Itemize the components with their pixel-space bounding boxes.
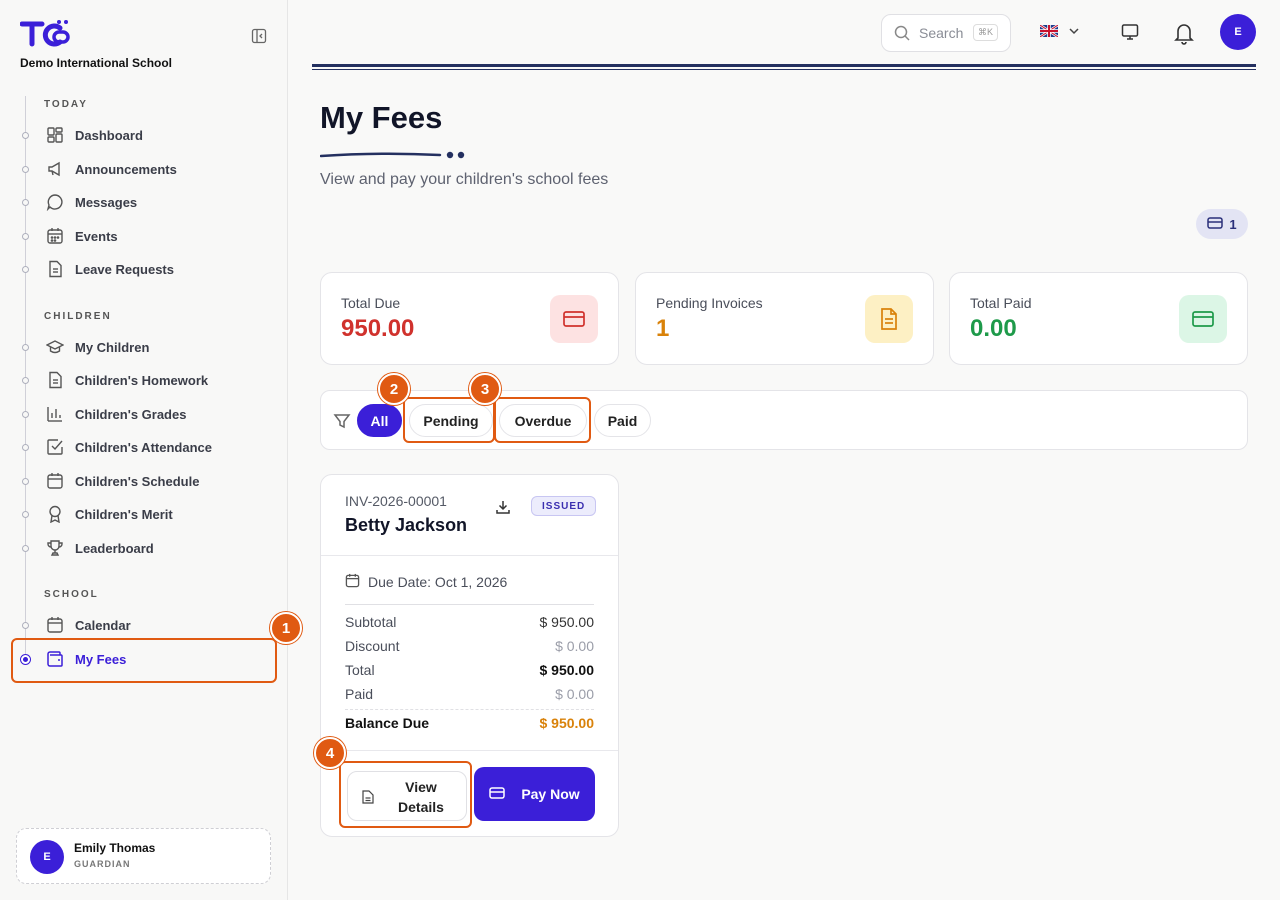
page-title: My Fees (320, 100, 443, 135)
ribbon-icon (46, 505, 64, 523)
sidebar-item-childrens-schedule[interactable]: Children's Schedule (18, 466, 274, 496)
sidebar-item-childrens-attendance[interactable]: Children's Attendance (18, 432, 274, 462)
chat-icon (46, 193, 64, 211)
annotation-highlight-1 (11, 638, 277, 683)
calendar-icon (46, 616, 64, 634)
pay-now-button[interactable]: Pay Now (474, 767, 595, 821)
annotation-marker-3: 3 (469, 373, 501, 405)
subtotal-row: Subtotal $ 950.00 (345, 614, 594, 630)
search-shortcut: ⌘K (973, 24, 999, 41)
credit-card-icon (1207, 216, 1224, 232)
bell-icon[interactable] (1173, 21, 1195, 50)
credit-card-icon (550, 295, 598, 343)
sidebar-item-childrens-merit[interactable]: Children's Merit (18, 499, 274, 529)
checkbox-icon (46, 438, 64, 456)
collapse-sidebar-icon[interactable] (251, 28, 267, 44)
balance-due-row: Balance Due $ 950.00 (345, 715, 594, 731)
document-icon (46, 371, 64, 389)
monitor-icon[interactable] (1121, 23, 1139, 46)
annotation-marker-2: 2 (378, 373, 410, 405)
school-logo[interactable] (19, 18, 74, 53)
annotation-highlight-4 (339, 761, 472, 828)
search-icon (894, 25, 910, 46)
credit-card-icon (1179, 295, 1227, 343)
sidebar-item-leaderboard[interactable]: Leaderboard (18, 533, 274, 563)
annotation-marker-1: 1 (270, 612, 302, 644)
sidebar-item-childrens-homework[interactable]: Children's Homework (18, 365, 274, 395)
stat-card-total-due: Total Due 950.00 (320, 272, 619, 365)
stat-card-pending-invoices: Pending Invoices 1 (635, 272, 934, 365)
stat-value: 1 (656, 315, 670, 342)
dashboard-icon (46, 126, 64, 144)
total-row: Total $ 950.00 (345, 662, 594, 678)
stat-value: 950.00 (341, 315, 415, 342)
sidebar-item-announcements[interactable]: Announcements (18, 154, 274, 184)
sidebar-item-calendar[interactable]: Calendar (18, 610, 274, 640)
megaphone-icon (46, 160, 64, 178)
page-subtitle: View and pay your children's school fees (320, 171, 609, 188)
sidebar-item-leave-requests[interactable]: Leave Requests (18, 254, 274, 284)
sidebar-item-events[interactable]: Events (18, 221, 274, 251)
avatar: E (30, 840, 64, 874)
document-icon (46, 260, 64, 278)
student-name: Betty Jackson (345, 515, 468, 535)
download-icon[interactable] (485, 493, 521, 521)
stat-value: 0.00 (970, 315, 1017, 342)
title-underline-decoration (319, 148, 470, 166)
invoice-number: INV-2026-00001 (345, 493, 447, 509)
filter-chip-paid[interactable]: Paid (594, 404, 651, 437)
uk-flag-icon (1039, 23, 1059, 42)
graduation-cap-icon (46, 338, 64, 356)
credit-card-icon (489, 786, 506, 802)
header-divider (312, 64, 1256, 70)
filter-icon (333, 412, 351, 435)
calendar-icon (46, 472, 64, 490)
paid-row: Paid $ 0.00 (345, 686, 594, 702)
language-selector[interactable] (1039, 23, 1080, 42)
due-date: Due Date: Oct 1, 2026 (345, 573, 507, 591)
section-label-children: CHILDREN (44, 311, 112, 322)
search-input[interactable]: Search (919, 25, 963, 41)
sidebar-item-my-children[interactable]: My Children (18, 332, 274, 362)
annotation-highlight-3 (494, 397, 591, 443)
sidebar: Demo International School TODAY Dashboar… (0, 0, 288, 900)
sidebar-item-dashboard[interactable]: Dashboard (18, 120, 274, 150)
user-role: GUARDIAN (74, 859, 131, 869)
sidebar-item-childrens-grades[interactable]: Children's Grades (18, 399, 274, 429)
sidebar-item-messages[interactable]: Messages (18, 187, 274, 217)
school-name: Demo International School (20, 56, 173, 70)
invoice-count-badge: 1 (1196, 209, 1248, 239)
calendar-grid-icon (46, 227, 64, 245)
discount-row: Discount $ 0.00 (345, 638, 594, 654)
document-icon (865, 295, 913, 343)
avatar[interactable]: E (1220, 14, 1256, 50)
annotation-marker-4: 4 (314, 737, 346, 769)
user-profile-card[interactable]: E Emily Thomas GUARDIAN (16, 828, 271, 884)
user-name: Emily Thomas (74, 841, 156, 855)
filter-chip-all[interactable]: All (357, 404, 402, 437)
status-badge: ISSUED (531, 496, 597, 516)
search-box[interactable]: Search ⌘K (881, 14, 1011, 52)
section-label-today: TODAY (44, 99, 88, 110)
calendar-icon (345, 573, 360, 591)
section-label-school: SCHOOL (44, 589, 99, 600)
chevron-down-icon (1068, 24, 1080, 42)
bar-chart-icon (46, 405, 64, 423)
trophy-icon (46, 539, 64, 557)
stat-card-total-paid: Total Paid 0.00 (949, 272, 1248, 365)
